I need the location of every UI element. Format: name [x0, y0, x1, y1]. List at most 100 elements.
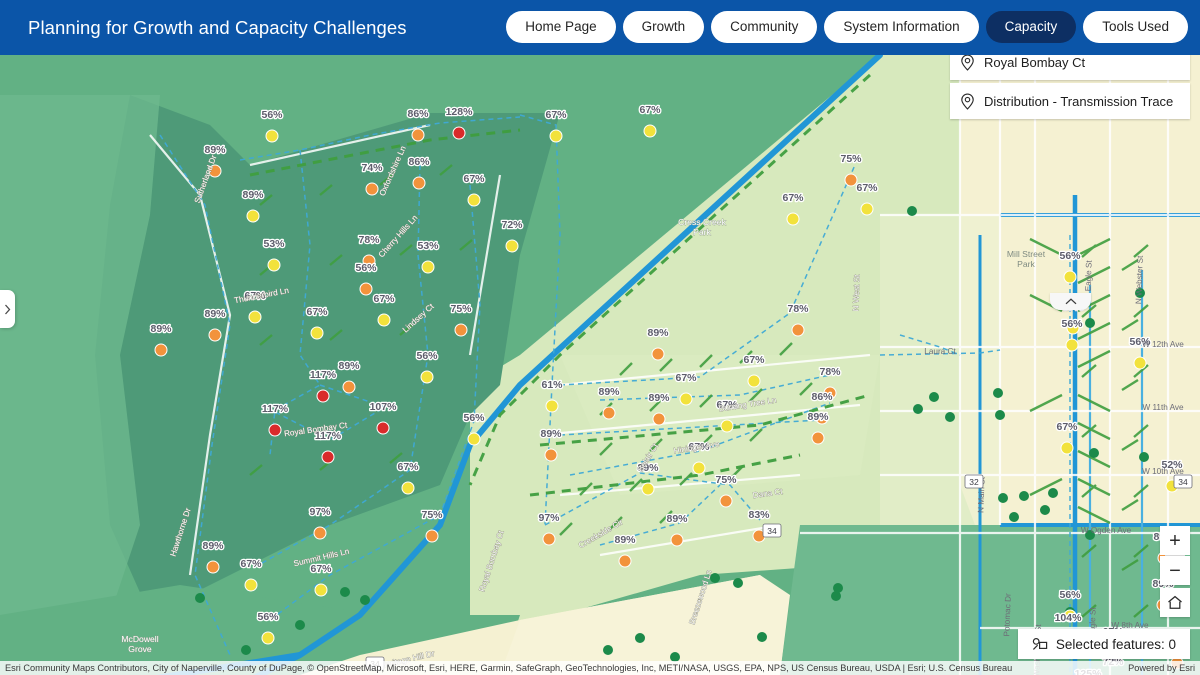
capacity-dot-red[interactable] [321, 450, 335, 464]
capacity-percent-label: 97% [538, 512, 560, 524]
attribution-sources: Esri Community Maps Contributors, City o… [5, 663, 1013, 673]
capacity-dot-orange[interactable] [811, 431, 825, 445]
capacity-dot-orange[interactable] [154, 343, 168, 357]
highway-shield: 34 [762, 523, 782, 538]
capacity-dot-orange[interactable] [651, 347, 665, 361]
capacity-dot-orange[interactable] [208, 328, 222, 342]
nav-tab-tools-used[interactable]: Tools Used [1083, 11, 1188, 43]
capacity-dot-red[interactable] [268, 423, 282, 437]
capacity-dot-yellow[interactable] [246, 209, 260, 223]
capacity-dot-yellow[interactable] [420, 370, 434, 384]
capacity-dot-orange[interactable] [719, 494, 733, 508]
capacity-dot-red[interactable] [316, 389, 330, 403]
capacity-dot-orange[interactable] [791, 323, 805, 337]
capacity-dot-orange[interactable] [618, 554, 632, 568]
capacity-percent-label: 75% [421, 509, 443, 521]
capacity-dot-orange[interactable] [206, 560, 220, 574]
capacity-percent-label: 56% [1059, 589, 1081, 601]
capacity-percent-label: 67% [397, 461, 419, 473]
capacity-percent-label: 89% [202, 540, 224, 552]
capacity-dot-yellow[interactable] [377, 313, 391, 327]
selected-features-widget[interactable]: Selected features: 0 [1017, 629, 1190, 659]
capacity-percent-label: 67% [639, 104, 661, 116]
capacity-dot-orange[interactable] [652, 412, 666, 426]
app-header: Planning for Growth and Capacity Challen… [0, 0, 1200, 55]
capacity-dot-orange[interactable] [544, 448, 558, 462]
zoom-out-button[interactable]: − [1160, 556, 1190, 585]
capacity-dot-yellow[interactable] [248, 310, 262, 324]
map-navigation-controls: + − [1160, 526, 1190, 617]
map-attribution: Esri Community Maps Contributors, City o… [0, 661, 1200, 675]
zoom-in-button[interactable]: + [1160, 526, 1190, 555]
capacity-dot-orange[interactable] [313, 526, 327, 540]
capacity-dot-yellow[interactable] [786, 212, 800, 226]
capacity-percent-label: 78% [358, 234, 380, 246]
capacity-dot-yellow[interactable] [265, 129, 279, 143]
bookmark-label: Royal Bombay Ct [984, 54, 1086, 70]
left-panel-expander[interactable] [0, 290, 15, 328]
capacity-percent-label: 67% [463, 173, 485, 185]
capacity-dot-yellow[interactable] [1063, 270, 1077, 284]
capacity-dot-yellow[interactable] [314, 583, 328, 597]
capacity-dot-yellow[interactable] [747, 374, 761, 388]
capacity-dot-yellow[interactable] [860, 202, 874, 216]
street-label: Potomac Dr [1002, 593, 1013, 637]
capacity-dot-yellow[interactable] [401, 481, 415, 495]
home-button[interactable] [1160, 588, 1190, 617]
capacity-percent-label: 78% [787, 303, 809, 315]
capacity-dot-yellow[interactable] [261, 631, 275, 645]
nav-tab-home-page[interactable]: Home Page [506, 11, 616, 43]
bookmark-item[interactable]: Distribution - Transmission Trace [950, 83, 1190, 119]
capacity-dot-orange[interactable] [411, 128, 425, 142]
capacity-dot-yellow[interactable] [310, 326, 324, 340]
page-title: Planning for Growth and Capacity Challen… [28, 16, 407, 38]
capacity-dot-yellow[interactable] [467, 193, 481, 207]
capacity-dot-yellow[interactable] [545, 399, 559, 413]
capacity-dot-orange[interactable] [670, 533, 684, 547]
panel-collapse-handle[interactable] [1050, 293, 1091, 310]
nav-tab-community[interactable]: Community [711, 11, 818, 43]
capacity-dot-yellow[interactable] [1065, 338, 1079, 352]
capacity-percent-label: 75% [450, 303, 472, 315]
capacity-dot-yellow[interactable] [267, 258, 281, 272]
capacity-dot-red[interactable] [452, 126, 466, 140]
capacity-dot-orange[interactable] [412, 176, 426, 190]
capacity-percent-label: 56% [261, 109, 283, 121]
capacity-dot-yellow[interactable] [505, 239, 519, 253]
highway-shield: 32 [964, 474, 984, 489]
map-canvas[interactable]: 56% 86% 128% 67% 67% 89% 86% 74% 67% 75% 67% 89% 67%… [0, 55, 1200, 675]
capacity-dot-orange[interactable] [542, 532, 556, 546]
capacity-dot-yellow[interactable] [643, 124, 657, 138]
capacity-percent-label: 67% [743, 354, 765, 366]
capacity-dot-yellow[interactable] [1133, 356, 1147, 370]
street-label: N West St [851, 274, 861, 312]
capacity-dot-orange[interactable] [342, 380, 356, 394]
capacity-percent-label: 89% [614, 534, 636, 546]
capacity-dot-orange[interactable] [454, 323, 468, 337]
capacity-dot-yellow[interactable] [679, 392, 693, 406]
nav-tab-growth[interactable]: Growth [622, 11, 705, 43]
capacity-dot-yellow[interactable] [641, 482, 655, 496]
capacity-percent-label: 89% [150, 323, 172, 335]
selection-icon [1032, 638, 1048, 650]
capacity-dot-yellow[interactable] [720, 419, 734, 433]
capacity-dot-orange[interactable] [602, 406, 616, 420]
capacity-dot-orange[interactable] [425, 529, 439, 543]
capacity-percent-label: 74% [361, 162, 383, 174]
capacity-dot-yellow[interactable] [244, 578, 258, 592]
map-view[interactable]: 56% 86% 128% 67% 67% 89% 86% 74% 67% 75% 67% 89% 67%… [0, 55, 1200, 675]
powered-by-label: Powered by Esri [1128, 663, 1195, 673]
capacity-dot-red[interactable] [376, 421, 390, 435]
capacity-dot-orange[interactable] [365, 182, 379, 196]
capacity-dot-orange[interactable] [359, 282, 373, 296]
nav-tab-system-information[interactable]: System Information [824, 11, 979, 43]
capacity-dot-orange[interactable] [844, 173, 858, 187]
capacity-dot-yellow[interactable] [421, 260, 435, 274]
capacity-dot-yellow[interactable] [467, 432, 481, 446]
capacity-dot-yellow[interactable] [549, 129, 563, 143]
capacity-dot-yellow[interactable] [692, 461, 706, 475]
street-label: N Webster St [1134, 255, 1145, 305]
capacity-percent-label: 56% [416, 350, 438, 362]
nav-tab-capacity[interactable]: Capacity [985, 11, 1077, 43]
capacity-dot-yellow[interactable] [1060, 441, 1074, 455]
